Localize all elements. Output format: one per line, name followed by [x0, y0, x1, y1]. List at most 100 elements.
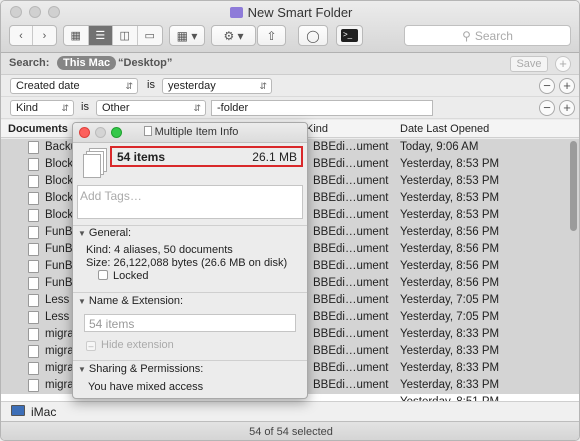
tag-button[interactable]: ◯ [298, 25, 328, 46]
document-icon [28, 175, 39, 188]
file-kind: BBEdi…ument [313, 175, 389, 187]
arrange-button[interactable]: ▦ ▾ [169, 25, 205, 46]
document-icon [28, 141, 39, 154]
value-popup[interactable]: yesterday ⇵ [162, 78, 272, 94]
date-column-header[interactable]: Date Last Opened [400, 123, 489, 135]
document-icon [28, 260, 39, 273]
title-bar: New Smart Folder ‹ › ▦ ☰ ◫ ▭ ▦ ▾ ⚙ ▾ ⇧ ◯… [1, 1, 579, 53]
icon-view-button[interactable]: ▦ [64, 26, 89, 45]
doc-icon [143, 126, 152, 136]
tag-icon: ◯ [306, 28, 320, 43]
field-popup[interactable]: Created date ⇵ [10, 78, 138, 94]
document-icon [28, 158, 39, 171]
file-name: Block [45, 175, 74, 187]
name-column-header[interactable]: Documents [8, 123, 68, 135]
file-name: Block [45, 158, 74, 170]
popup-arrows-icon: ⇵ [125, 81, 133, 91]
file-kind: BBEdi…ument [313, 311, 389, 323]
path-item-imac[interactable]: iMac [31, 405, 56, 419]
document-icon [28, 243, 39, 256]
kind-column-header[interactable]: Kind [306, 123, 328, 135]
file-date: Yesterday, 8:53 PM [400, 192, 500, 204]
file-kind: BBEdi…ument [313, 345, 389, 357]
file-date: Yesterday, 8:56 PM [400, 243, 500, 255]
file-kind: BBEdi…ument [313, 328, 389, 340]
finder-window: New Smart Folder ‹ › ▦ ☰ ◫ ▭ ▦ ▾ ⚙ ▾ ⇧ ◯… [0, 0, 580, 441]
gear-icon: ⚙ ▾ [223, 28, 244, 43]
path-bar: iMac [1, 401, 579, 421]
sharing-section-header[interactable]: ▼ Sharing & Permissions: [78, 363, 203, 375]
checkbox-icon: – [86, 341, 96, 351]
vertical-scrollbar[interactable] [570, 141, 577, 231]
multi-docs-icon [83, 148, 107, 178]
criteria-row-created: Created date ⇵ is yesterday ⇵ − + [1, 75, 579, 97]
scope-this-mac[interactable]: This Mac [57, 56, 117, 70]
info-minimize-button[interactable] [95, 127, 106, 138]
file-name: migra [45, 362, 74, 374]
popup-arrows-icon: ⇵ [259, 81, 267, 91]
file-date: Yesterday, 8:56 PM [400, 277, 500, 289]
back-button[interactable]: ‹ [10, 26, 33, 45]
document-icon [28, 277, 39, 290]
add-criteria-button[interactable]: + [559, 100, 575, 116]
file-kind: BBEdi…ument [313, 277, 389, 289]
summary-highlight: 54 items 26.1 MB [110, 146, 303, 167]
file-date: Yesterday, 7:05 PM [400, 311, 500, 323]
file-name: Less [45, 294, 70, 306]
file-name: FunB [45, 260, 73, 272]
save-search-button[interactable]: Save [510, 56, 548, 72]
document-icon [28, 226, 39, 239]
locked-checkbox[interactable]: Locked [98, 270, 148, 282]
popup-arrows-icon: ⇵ [61, 103, 69, 113]
file-date: Yesterday, 8:56 PM [400, 226, 500, 238]
remove-criteria-button[interactable]: − [539, 78, 555, 94]
cover-flow-button[interactable]: ▭ [138, 26, 162, 45]
file-name: migra [45, 345, 74, 357]
file-name: migra [45, 328, 74, 340]
hide-extension-checkbox[interactable]: – Hide extension [86, 339, 174, 351]
total-size: 26.1 MB [252, 150, 297, 164]
file-kind: BBEdi…ument [313, 226, 389, 238]
file-date: Yesterday, 8:53 PM [400, 209, 500, 221]
document-icon [28, 209, 39, 222]
document-icon [28, 379, 39, 392]
file-date: Yesterday, 8:33 PM [400, 328, 500, 340]
remove-criteria-button[interactable]: − [539, 100, 555, 116]
action-button[interactable]: ⚙ ▾ [211, 25, 256, 46]
status-bar: 54 of 54 selected [1, 421, 579, 440]
kind-text-field[interactable]: -folder [211, 100, 433, 116]
kind-summary: Kind: 4 aliases, 50 documents [86, 244, 233, 256]
item-count: 54 items [117, 150, 166, 164]
file-date: Today, 9:06 AM [400, 141, 479, 153]
info-close-button[interactable] [79, 127, 90, 138]
terminal-button[interactable]: >_ [336, 25, 363, 46]
document-icon [28, 362, 39, 375]
info-title-bar: Multiple Item Info [73, 123, 307, 143]
file-kind: BBEdi…ument [313, 379, 389, 391]
general-section-header[interactable]: ▼ General: [78, 227, 131, 239]
tags-field[interactable]: Add Tags… [77, 185, 303, 219]
file-kind: BBEdi…ument [313, 158, 389, 170]
document-icon [28, 345, 39, 358]
document-icon [28, 311, 39, 324]
file-date: Yesterday, 8:33 PM [400, 379, 500, 391]
criteria-row-kind: Kind ⇵ is Other ⇵ -folder − + [1, 97, 579, 119]
file-kind: BBEdi…ument [313, 243, 389, 255]
add-criteria-button[interactable]: + [559, 78, 575, 94]
file-kind: BBEdi…ument [313, 362, 389, 374]
info-zoom-button[interactable] [111, 127, 122, 138]
add-criteria-button[interactable]: + [555, 56, 571, 72]
document-icon [28, 294, 39, 307]
share-button[interactable]: ⇧ [257, 25, 286, 46]
kind-popup[interactable]: Other ⇵ [96, 100, 206, 116]
name-field[interactable]: 54 items [84, 314, 296, 332]
list-view-button[interactable]: ☰ [88, 26, 113, 45]
forward-button[interactable]: › [33, 26, 56, 45]
column-view-button[interactable]: ◫ [113, 26, 138, 45]
checkbox-icon [98, 270, 108, 280]
scope-desktop[interactable]: “Desktop” [118, 57, 172, 69]
field-popup[interactable]: Kind ⇵ [10, 100, 74, 116]
back-forward-group: ‹ › [9, 25, 57, 46]
search-field[interactable]: ⚲ Search [404, 25, 571, 46]
name-extension-section-header[interactable]: ▼ Name & Extension: [78, 295, 183, 307]
